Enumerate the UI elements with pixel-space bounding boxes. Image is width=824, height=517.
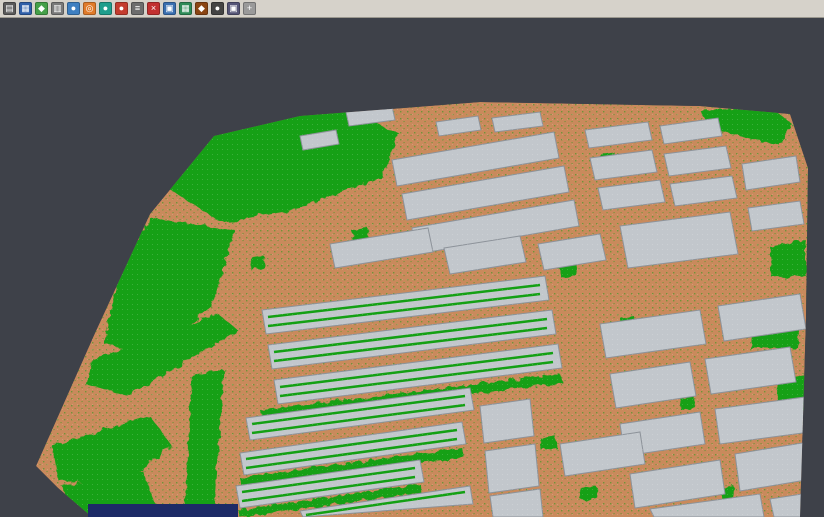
classify-icon[interactable]: ● — [115, 2, 128, 15]
measure-icon[interactable]: ◆ — [195, 2, 208, 15]
bottom-panel-fragment — [88, 504, 238, 517]
pointcloud-svg — [0, 18, 824, 517]
segment-icon[interactable]: ◎ — [83, 2, 96, 15]
subsample-icon[interactable]: ● — [67, 2, 80, 15]
clone-icon[interactable]: ◆ — [35, 2, 48, 15]
viewport-3d[interactable] — [0, 18, 824, 517]
open-icon[interactable]: ▤ — [3, 2, 16, 15]
delete-icon[interactable]: × — [147, 2, 160, 15]
sphere-tool-icon[interactable]: ● — [99, 2, 112, 15]
toolbar: ▤▦◆▥●◎●●≡×▣▦◆●▣+ — [0, 0, 824, 18]
zoom-fit-icon[interactable]: ▣ — [163, 2, 176, 15]
help-icon[interactable]: + — [243, 2, 256, 15]
settings-icon[interactable]: ≡ — [131, 2, 144, 15]
app-window: ▤▦◆▥●◎●●≡×▣▦◆●▣+ — [0, 0, 824, 517]
save-icon[interactable]: ▦ — [19, 2, 32, 15]
merge-icon[interactable]: ▥ — [51, 2, 64, 15]
globe-icon[interactable]: ● — [211, 2, 224, 15]
camera-icon[interactable]: ▣ — [227, 2, 240, 15]
grid-icon[interactable]: ▦ — [179, 2, 192, 15]
